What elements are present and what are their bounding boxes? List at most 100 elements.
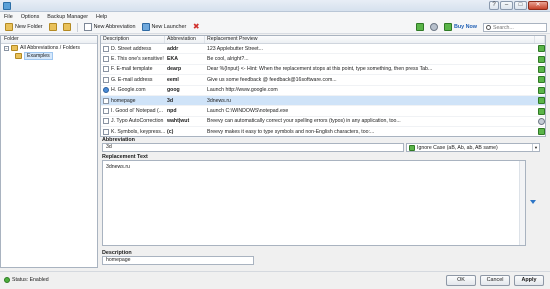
table-row[interactable]: E. This one's sensitive! EKA Be cool, alri… xyxy=(101,54,545,65)
delete-folder-button[interactable] xyxy=(60,22,74,33)
tree-item-all-abbreviations[interactable]: − All Abbreviations / Folders xyxy=(1,44,97,52)
case-select[interactable]: Ignore Case (aB, Ab, ab, AB same) ▼ xyxy=(406,143,540,152)
toolbar-separator xyxy=(76,22,78,32)
new-folder-button[interactable]: New Folder xyxy=(2,22,46,33)
web-icon xyxy=(103,87,109,94)
window-controls: ? – □ ✕ xyxy=(489,1,548,11)
menu-backup-manager[interactable]: Backup Manager xyxy=(47,14,88,20)
replacement-scrollbar[interactable] xyxy=(519,161,525,245)
new-abbreviation-button[interactable]: New Abbreviation xyxy=(81,22,139,33)
list-header: Description Abbreviation Replacement Pre… xyxy=(101,36,545,44)
row-abbreviation: 3d xyxy=(167,97,174,104)
abbreviation-list: Description Abbreviation Replacement Pre… xyxy=(100,35,546,138)
row-preview: 3dnews.ru xyxy=(207,97,231,104)
table-row[interactable]: D. Street address addr 123 Applebutter Str… xyxy=(101,44,545,55)
row-description: I. Good ol' Notepad (... xyxy=(101,108,165,115)
abbreviation-input[interactable]: 3d xyxy=(102,143,404,152)
minimize-button[interactable]: – xyxy=(500,1,513,10)
document-icon xyxy=(103,76,109,83)
table-row[interactable]: K. Symbols, keypress... (c) Breevy makes i… xyxy=(101,127,545,138)
case-select-value: Ignore Case (aB, Ab, ab, AB same) xyxy=(417,144,498,151)
document-icon xyxy=(103,97,109,104)
settings-button[interactable] xyxy=(427,22,441,33)
toolbar: New Folder New Abbreviation New Launcher… xyxy=(0,21,550,34)
row-status xyxy=(535,97,545,105)
row-status xyxy=(535,107,545,115)
close-window-button[interactable]: ✕ xyxy=(528,1,548,10)
document-icon xyxy=(103,108,109,115)
apply-button[interactable]: Apply xyxy=(514,275,544,286)
delete-abbreviation-button[interactable]: ✖ xyxy=(189,22,203,33)
buy-now-button[interactable]: Buy Now xyxy=(441,22,480,33)
enabled-icon xyxy=(537,65,545,73)
row-description-text: G. E-mail address xyxy=(111,76,153,83)
search-input[interactable] xyxy=(493,24,543,31)
new-abbreviation-label: New Abbreviation xyxy=(93,24,136,30)
toolbar-right-group: Buy Now xyxy=(413,22,480,33)
row-preview: Launch http://www.google.com xyxy=(207,87,278,94)
row-description: J. Typo AutoCorrection xyxy=(101,118,165,125)
menu-options[interactable]: Options xyxy=(21,14,40,20)
row-description: F. E-mail template xyxy=(101,66,165,73)
row-status xyxy=(535,86,545,94)
tree-item-examples[interactable]: Examples xyxy=(1,52,97,60)
ok-button[interactable]: OK xyxy=(446,275,476,286)
row-abbreviation: goog xyxy=(167,87,180,94)
menu-help[interactable]: Help xyxy=(96,14,107,20)
row-abbreviation: (c) xyxy=(167,128,174,135)
expand-arrow-icon[interactable] xyxy=(530,200,536,204)
collapse-icon[interactable]: − xyxy=(4,45,9,51)
row-description-text: D. Street address xyxy=(111,45,152,52)
chevron-down-icon[interactable]: ▼ xyxy=(532,144,539,151)
row-description-text: E. This one's sensitive! xyxy=(111,56,164,63)
tree-item-label: Examples xyxy=(24,52,53,60)
column-abbreviation[interactable]: Abbreviation xyxy=(165,36,205,43)
folder-delete-icon xyxy=(62,23,71,31)
row-status xyxy=(535,128,545,136)
row-preview: Be cool, alright?... xyxy=(207,56,249,63)
row-description: K. Symbols, keypress... xyxy=(101,128,165,135)
table-row[interactable]: F. E-mail template dearp Dear %{Input} <- … xyxy=(101,65,545,76)
enabled-icon xyxy=(537,76,545,84)
autocorrect-icon xyxy=(537,117,545,125)
row-description-text: homepage xyxy=(111,97,136,104)
row-description: D. Street address xyxy=(101,45,165,52)
replacement-textarea[interactable]: 3dnews.ru xyxy=(102,160,526,246)
document-icon xyxy=(103,56,109,63)
menu-file[interactable]: File xyxy=(4,14,13,20)
enabled-icon xyxy=(537,97,545,105)
row-preview: Breevy makes it easy to type symbols and… xyxy=(207,128,375,135)
folder-pane-header: Folder xyxy=(1,36,97,44)
row-abbreviation: waht|wut xyxy=(167,118,190,125)
row-status xyxy=(535,117,545,125)
row-description: G. E-mail address xyxy=(101,76,165,83)
table-row[interactable]: J. Typo AutoCorrection waht|wut Breevy can… xyxy=(101,117,545,128)
document-icon xyxy=(103,66,109,73)
cancel-button[interactable]: Cancel xyxy=(480,275,510,286)
row-description-text: J. Typo AutoCorrection xyxy=(111,118,164,125)
table-row[interactable]: I. Good ol' Notepad (... npd Launch C:\WIN… xyxy=(101,106,545,117)
column-replacement-preview[interactable]: Replacement Preview xyxy=(205,36,535,43)
table-row[interactable]: H. Google.com goog Launch http://www.googl… xyxy=(101,86,545,96)
help-window-button[interactable]: ? xyxy=(489,1,499,10)
row-status xyxy=(535,45,545,53)
row-preview: Launch C:\WINDOWS\notepad.exe xyxy=(207,108,289,115)
maximize-button[interactable]: □ xyxy=(514,1,527,10)
description-input[interactable]: homepage xyxy=(102,256,254,265)
new-launcher-button[interactable]: New Launcher xyxy=(139,22,190,33)
enable-toggle-button[interactable] xyxy=(413,22,427,33)
rename-folder-button[interactable] xyxy=(46,22,60,33)
folder-icon xyxy=(11,45,18,51)
table-row[interactable]: G. E-mail address eeml Give us some feedba… xyxy=(101,75,545,86)
gear-icon xyxy=(429,23,438,31)
column-description[interactable]: Description xyxy=(101,36,165,43)
folder-pane: Folder − All Abbreviations / Folders Exa… xyxy=(0,35,98,268)
enabled-icon xyxy=(537,55,545,63)
document-icon xyxy=(103,118,109,125)
row-preview: Give us some feedback @ feedback@16softw… xyxy=(207,76,337,83)
table-row[interactable]: homepage 3d 3dnews.ru xyxy=(101,95,545,107)
row-abbreviation: addr xyxy=(167,45,179,52)
enabled-icon xyxy=(537,128,545,136)
row-description: E. This one's sensitive! xyxy=(101,56,165,63)
row-status xyxy=(535,55,545,63)
